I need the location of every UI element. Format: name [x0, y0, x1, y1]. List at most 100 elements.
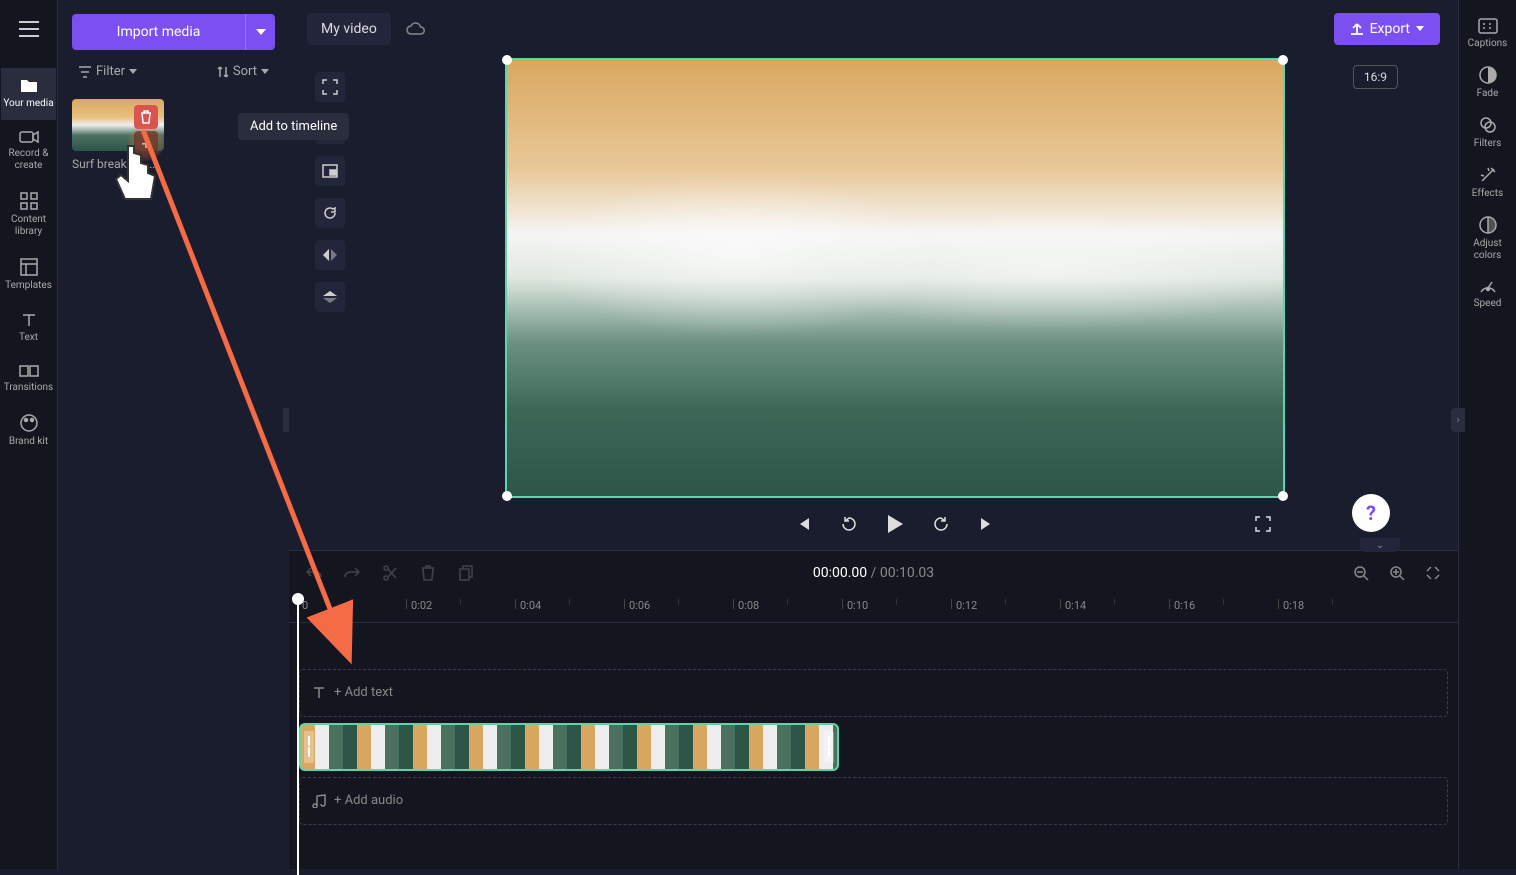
nav-content-library[interactable]: Content library — [1, 182, 56, 248]
nav-label: Record & create — [1, 148, 56, 172]
filters-icon — [1479, 116, 1497, 134]
forward-button[interactable] — [929, 512, 953, 536]
nav-record-create[interactable]: Record & create — [1, 120, 56, 182]
fit-tool[interactable] — [315, 72, 345, 102]
export-button[interactable]: Export — [1334, 13, 1440, 45]
project-name-input[interactable]: My video — [307, 13, 391, 45]
filter-label: Filter — [96, 64, 125, 79]
import-media-button[interactable]: Import media — [72, 14, 245, 50]
nav-filters[interactable]: Filters — [1464, 116, 1512, 150]
zoom-in-button[interactable] — [1386, 562, 1408, 584]
preview-canvas[interactable] — [505, 58, 1285, 498]
zoom-fit-button[interactable] — [1422, 562, 1444, 584]
nav-label: Brand kit — [9, 436, 48, 448]
ruler-tick: 0:14 — [1060, 599, 1086, 609]
nav-label: Adjust colors — [1464, 238, 1512, 262]
playhead[interactable] — [297, 595, 299, 875]
timeline: 00:00.00 / 00:10.03 00:020:040:060:080:1… — [289, 550, 1458, 869]
scissors-icon — [383, 565, 397, 581]
nav-speed[interactable]: Speed — [1464, 278, 1512, 310]
sort-icon — [217, 66, 229, 78]
ruler-subtick — [1114, 599, 1115, 605]
nav-label: Templates — [5, 280, 52, 292]
chevron-down-icon — [129, 69, 137, 74]
media-panel: Import media Filter Sort + Surf breaking… — [58, 0, 289, 869]
nav-brand-kit[interactable]: Brand kit — [1, 404, 56, 458]
trash-icon — [139, 110, 153, 124]
nav-label: Transitions — [4, 382, 53, 394]
nav-text[interactable]: Text — [1, 302, 56, 354]
import-media-dropdown[interactable] — [245, 14, 275, 50]
adjust-icon — [1479, 216, 1497, 234]
add-text-label: + Add text — [334, 685, 393, 700]
sort-label: Sort — [233, 64, 257, 79]
fullscreen-button[interactable] — [1251, 512, 1275, 536]
music-icon — [312, 794, 326, 808]
rewind-button[interactable] — [837, 512, 861, 536]
split-button[interactable] — [379, 562, 401, 584]
video-track[interactable] — [299, 723, 1448, 771]
nav-label: Speed — [1474, 298, 1502, 310]
resize-handle-tr[interactable] — [1278, 55, 1288, 65]
flip-vertical-icon — [322, 290, 338, 304]
skip-forward-icon — [979, 516, 995, 532]
time-display: 00:00.00 / 00:10.03 — [813, 565, 934, 581]
media-clip-thumbnail[interactable]: + — [72, 99, 164, 151]
cloud-sync-button[interactable] — [401, 14, 431, 44]
nav-templates[interactable]: Templates — [1, 248, 56, 302]
delete-clip-button[interactable] — [134, 105, 158, 129]
forward-icon — [932, 515, 950, 533]
sort-button[interactable]: Sort — [217, 64, 269, 79]
effects-icon — [1479, 166, 1497, 184]
collapse-right-panel-button[interactable]: › — [1451, 408, 1465, 432]
play-button[interactable] — [883, 512, 907, 536]
clip-trim-left[interactable] — [304, 731, 314, 763]
layout-icon — [20, 258, 38, 276]
undo-button[interactable] — [303, 562, 325, 584]
delete-button[interactable] — [417, 562, 439, 584]
resize-handle-tl[interactable] — [502, 55, 512, 65]
timeline-ruler[interactable]: 00:020:040:060:080:100:120:140:160:18 — [289, 595, 1458, 623]
ruler-subtick — [678, 599, 679, 605]
skip-forward-button[interactable] — [975, 512, 999, 536]
nav-label: Effects — [1472, 188, 1503, 200]
hamburger-menu[interactable] — [9, 10, 49, 48]
collapse-preview-button[interactable]: ⌄ — [1360, 538, 1400, 552]
video-clip[interactable] — [299, 723, 839, 771]
skip-back-icon — [795, 516, 811, 532]
nav-effects[interactable]: Effects — [1464, 166, 1512, 200]
text-track[interactable]: + Add text — [299, 669, 1448, 717]
nav-transitions[interactable]: Transitions — [1, 354, 56, 404]
flip-h-tool[interactable] — [315, 240, 345, 270]
clip-trim-right[interactable] — [824, 731, 834, 763]
nav-captions[interactable]: Captions — [1464, 18, 1512, 50]
nav-label: Fade — [1477, 88, 1499, 100]
skip-back-button[interactable] — [791, 512, 815, 536]
chevron-down-icon — [256, 29, 266, 35]
ruler-subtick — [1332, 599, 1333, 605]
palette-icon — [20, 414, 38, 432]
nav-label: Content library — [1, 214, 56, 238]
flip-v-tool[interactable] — [315, 282, 345, 312]
help-button[interactable]: ? — [1352, 494, 1390, 532]
total-time: 00:10.03 — [880, 565, 934, 581]
nav-your-media[interactable]: Your media — [1, 68, 56, 120]
filter-button[interactable]: Filter — [78, 64, 137, 79]
cloud-icon — [406, 21, 426, 37]
rotate-tool[interactable] — [315, 198, 345, 228]
export-label: Export — [1370, 21, 1410, 37]
ruler-subtick — [569, 599, 570, 605]
duplicate-button[interactable] — [455, 562, 477, 584]
zoom-out-button[interactable] — [1350, 562, 1372, 584]
redo-button[interactable] — [341, 562, 363, 584]
flip-horizontal-icon — [322, 248, 338, 262]
zoom-out-icon — [1353, 565, 1369, 581]
add-to-timeline-button[interactable]: + — [134, 131, 158, 155]
ruler-tick: 0:08 — [733, 599, 759, 609]
rotate-icon — [322, 205, 338, 221]
audio-track[interactable]: + Add audio — [299, 777, 1448, 825]
nav-adjust-colors[interactable]: Adjust colors — [1464, 216, 1512, 262]
left-nav-rail: Your media Record & create Content libra… — [0, 0, 58, 869]
pip-tool[interactable] — [315, 156, 345, 186]
nav-fade[interactable]: Fade — [1464, 66, 1512, 100]
